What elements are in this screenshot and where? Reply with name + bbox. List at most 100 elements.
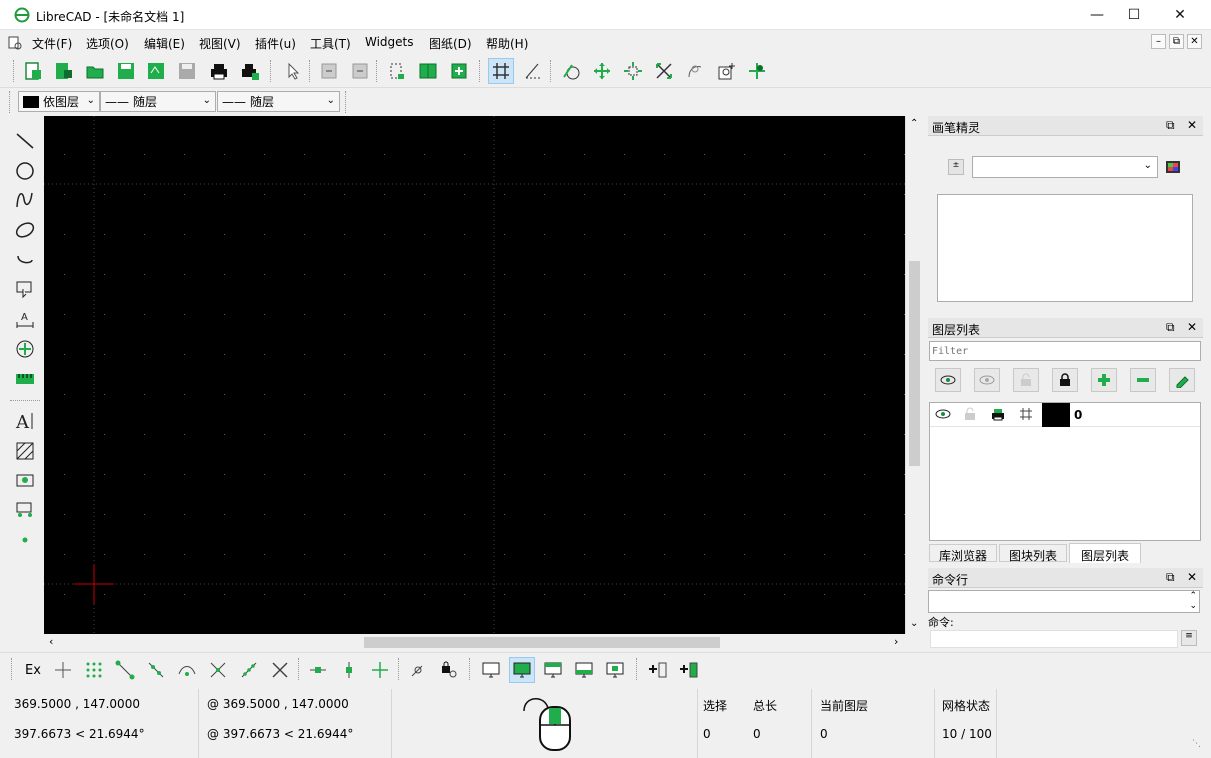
eye-icon[interactable] [935,409,951,419]
mdi-restore-button[interactable]: ⧉ [1169,34,1184,49]
view-5-button[interactable] [602,657,628,683]
tab-layer-list[interactable]: 图层列表 [1069,543,1141,563]
snap-intersection-button[interactable] [267,657,293,683]
zoom-redraw-button[interactable] [744,58,770,84]
float-icon[interactable]: ⧉ [1166,320,1175,335]
snap-grid-button[interactable] [81,657,107,683]
close-icon[interactable]: ✕ [1187,118,1197,132]
select-tool-button[interactable] [12,276,38,302]
remove-layer-button[interactable] [1130,368,1156,392]
print-preview-button[interactable] [237,58,263,84]
snap-endpoint-button[interactable] [112,657,138,683]
snap-distance-button[interactable] [520,58,546,84]
lock-all-layers-button[interactable] [1052,368,1078,392]
zoom-auto-button[interactable] [651,58,677,84]
float-icon[interactable]: ⧉ [1166,118,1175,133]
add-layer-button[interactable] [1091,368,1117,392]
grid-toggle-button[interactable] [488,58,514,84]
menu-edit[interactable]: 编辑(E) [144,35,185,52]
menu-options[interactable]: 选项(O) [86,35,129,52]
unlock-icon[interactable] [964,407,976,421]
line-tool-button[interactable] [12,128,38,154]
menu-widgets[interactable]: Widgets [365,35,414,49]
close-button[interactable]: ✕ [1157,0,1203,30]
point-tool-button[interactable] [12,527,38,553]
block-tool-button[interactable] [12,497,38,523]
pen-palette-select[interactable]: ⌄ [972,156,1158,178]
command-input[interactable] [930,630,1178,648]
menu-help[interactable]: 帮助(H) [486,35,528,52]
scroll-left-icon[interactable]: ‹ [49,635,53,648]
float-icon[interactable]: ⧉ [1166,570,1175,585]
redo-button[interactable] [347,58,373,84]
hide-all-layers-button[interactable] [974,368,1000,392]
show-all-layers-button[interactable] [935,368,961,392]
construction-layer-icon[interactable] [1019,407,1033,421]
vertical-scrollbar[interactable]: ⌃ ⌄ [905,116,922,634]
drawing-canvas[interactable] [44,116,905,634]
snap-distance-button-2[interactable] [236,657,262,683]
split-view-button[interactable] [415,58,441,84]
zoom-previous-button[interactable] [682,58,708,84]
hatch-tool-button[interactable] [12,438,38,464]
view-4-button[interactable] [571,657,597,683]
add-toolbar-button-2[interactable] [676,657,702,683]
curve-tool-button[interactable] [12,187,38,213]
linetype-select[interactable]: —— 随层 ⌄ [100,91,216,112]
command-menu-button[interactable]: ≡ [1181,630,1197,646]
zoom-window-button[interactable] [620,58,646,84]
zoom-in-button[interactable] [714,58,740,84]
text-tool-button[interactable]: A [12,408,38,434]
zoom-pan-button[interactable] [589,58,615,84]
tab-library-browser[interactable]: 库浏览器 [929,544,997,563]
dimension-tool-button[interactable]: A [12,306,38,332]
maximize-button[interactable]: ☐ [1111,0,1157,30]
save-as-button[interactable] [143,58,169,84]
menu-view[interactable]: 视图(V) [199,35,241,52]
add-view-button[interactable] [446,58,472,84]
restrict-vertical-button[interactable] [336,657,362,683]
open-file-button[interactable] [82,58,108,84]
menu-file[interactable]: 文件(F) [32,35,72,52]
linewidth-select[interactable]: —— 随层 ⌄ [217,91,340,112]
menu-drawing[interactable]: 图纸(D) [429,35,472,52]
resize-grip-icon[interactable]: ⋱ [1192,739,1201,749]
modify-tool-button[interactable] [12,336,38,362]
view-3-button[interactable] [540,657,566,683]
close-icon[interactable]: ✕ [1187,570,1197,584]
block-button[interactable] [384,58,410,84]
vertical-scroll-thumb[interactable] [909,261,920,466]
add-toolbar-button-1[interactable] [645,657,671,683]
unlock-all-layers-button[interactable] [1013,368,1039,392]
undo-button[interactable] [316,58,342,84]
draft-mode-button[interactable] [558,58,584,84]
scroll-up-icon[interactable]: ⌃ [910,118,918,129]
layer-filter-input[interactable] [929,341,1201,361]
horizontal-scrollbar[interactable]: ‹ › [44,634,905,650]
menu-plugins[interactable]: 插件(u) [255,35,296,52]
new-from-template-button[interactable] [50,58,76,84]
info-tool-button[interactable] [12,366,38,392]
snap-exclusive-button[interactable]: Ex [20,657,46,683]
color-select[interactable]: 依图层 ⌄ [18,91,100,112]
new-file-button[interactable] [20,58,46,84]
set-relative-zero-button[interactable] [405,657,431,683]
layer-row[interactable]: 0 [930,403,1200,427]
mdi-close-button[interactable]: ✕ [1187,34,1202,49]
lock-relative-zero-button[interactable] [436,657,462,683]
restrict-orthogonal-button[interactable] [367,657,393,683]
select-pointer-button[interactable] [280,58,306,84]
snap-middle-button[interactable] [205,657,231,683]
menu-tools[interactable]: 工具(T) [310,35,351,52]
scroll-down-icon[interactable]: ⌄ [910,618,918,629]
layer-color-swatch[interactable] [1042,403,1070,427]
edit-layer-button[interactable] [1169,368,1195,392]
ellipse-tool-button[interactable] [12,217,38,243]
snap-free-button[interactable] [50,657,76,683]
scroll-right-icon[interactable]: › [894,635,898,648]
print-button[interactable] [206,58,232,84]
color-palette-button[interactable] [1165,159,1181,175]
printer-icon[interactable] [991,407,1005,421]
snap-on-entity-button[interactable] [143,657,169,683]
circle-tool-button[interactable] [12,158,38,184]
